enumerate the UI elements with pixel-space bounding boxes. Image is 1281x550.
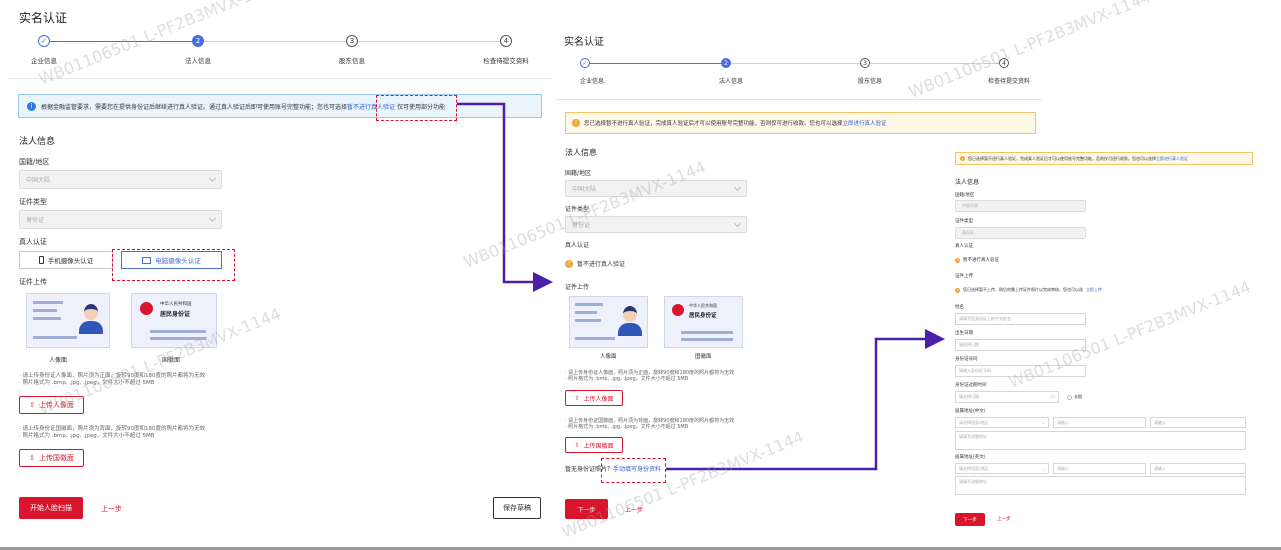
addr-cn-region-select[interactable]: 请选择国家/地区 ⌄: [955, 417, 1049, 428]
portrait-icon: [618, 306, 642, 336]
upload-label: 证件上传: [565, 284, 590, 291]
addr-cn-district-input[interactable]: 请输入: [1150, 417, 1246, 428]
card-front-label: 人像面: [600, 354, 617, 360]
verify-label: 真人认证: [565, 242, 590, 249]
addr-en-district-input[interactable]: 请输入: [1150, 463, 1246, 474]
verify-status: ! 暂不进行真人验证: [565, 259, 625, 268]
addr-en-label: 居属地址(英文): [955, 455, 986, 460]
addr-cn-city-input[interactable]: 请输入: [1053, 417, 1146, 428]
section-title: 法人信息: [565, 148, 597, 157]
expire-date-input[interactable]: 请选择日期 ▭: [955, 391, 1059, 403]
emblem-icon: [672, 304, 684, 316]
idtype-select[interactable]: 身份证: [955, 227, 1086, 239]
warning-icon: !: [955, 257, 960, 263]
divider: [556, 99, 1042, 100]
upload-icon: ⇧: [574, 394, 580, 402]
step-done-icon: ✓: [580, 58, 590, 68]
addr-en-city-input[interactable]: 请输入: [1053, 463, 1146, 474]
checkbox-icon: [1067, 394, 1072, 400]
step-label: 检查待提交资料: [987, 78, 1030, 85]
next-button[interactable]: 下一步: [955, 513, 985, 526]
country-label: 国籍/地区: [955, 193, 975, 198]
upload-now-link[interactable]: 立即上传: [1086, 287, 1102, 293]
warning-icon: !: [572, 119, 580, 127]
step-label: 企业信息: [579, 78, 604, 85]
chevron-down-icon: ⌄: [1041, 466, 1045, 471]
upload-back-button[interactable]: ⇧ 上传国徽面: [565, 437, 623, 453]
prev-button[interactable]: 上一步: [625, 505, 643, 514]
calendar-icon: ▭: [1050, 394, 1055, 400]
upload-icon: ⇧: [574, 441, 580, 449]
id-number-input[interactable]: 请输入身份证号码: [955, 365, 1086, 377]
prev-button[interactable]: 上一步: [997, 516, 1011, 522]
step-current: 2: [721, 58, 731, 68]
addr-en-detail-input[interactable]: 请填写详细地址: [955, 476, 1246, 495]
idno-label: 身份证号码: [955, 357, 978, 362]
chevron-down-icon: [733, 219, 742, 227]
step-line: [585, 63, 726, 64]
upload-status: ! 您已选择暂不上传，稍后的需上传证件照片以完成审核，您也可以选 立即上传: [955, 287, 1102, 293]
addr-cn-detail-input[interactable]: 请填写详细地址: [955, 431, 1246, 450]
card-back-label: 国徽面: [695, 354, 712, 360]
id-front-upload[interactable]: [569, 296, 648, 348]
verify-label: 真人认证: [955, 244, 973, 249]
country-select[interactable]: 中国大陆: [565, 180, 747, 197]
step-todo: 3: [860, 58, 870, 68]
idtype-label: 证件类型: [565, 206, 590, 213]
expire-label: 身份证过期时间: [955, 383, 987, 388]
warning-notice: ! 您已选择暂不进行真人验证，完成真人验证后才可以使用账号完整功能，否则仅可进行…: [955, 152, 1253, 165]
chevron-down-icon: [733, 183, 742, 191]
idtype-select[interactable]: 身份证: [565, 216, 747, 233]
birth-label: 出生日期: [955, 331, 973, 336]
id-back-upload[interactable]: 中华人民共和国 居民身份证: [664, 296, 743, 348]
manual-fill-link[interactable]: 手动填写身份资料: [613, 464, 661, 473]
warning-icon: !: [565, 259, 573, 268]
upload-front-button[interactable]: ⇧ 上传人像面: [565, 390, 623, 406]
back-hint: · 请上传身份证国徽面，照片须为背面，旋转90度和180度的照片都将为无效 · 照…: [565, 418, 735, 430]
chevron-down-icon: ⌄: [1041, 420, 1045, 425]
addr-cn-label: 居属地址(中文): [955, 409, 986, 414]
next-button[interactable]: 下一步: [565, 499, 608, 519]
section-title: 法人信息: [955, 179, 980, 186]
name-input[interactable]: 请填写您身份证上的中文姓名: [955, 313, 1086, 325]
verify-now-link[interactable]: 立即进行真人验证: [1156, 156, 1188, 162]
warning-icon: !: [960, 156, 965, 161]
verify-now-link[interactable]: 立即进行真人验证: [843, 119, 887, 127]
page-title: 实名认证: [564, 37, 604, 48]
country-label: 国籍/地区: [565, 170, 592, 177]
upload-label: 证件上传: [955, 274, 973, 279]
front-hint: · 请上传身份证人像面，照片须为正面，旋转90度和180度的照片都将为无效 · 照…: [565, 370, 735, 382]
addr-en-region-select[interactable]: 请选择国家/地区 ⌄: [955, 463, 1049, 474]
idtype-label: 证件类型: [955, 219, 973, 224]
warning-icon: !: [955, 287, 960, 293]
step-label: 股东信息: [857, 78, 882, 85]
step-todo: 4: [999, 58, 1009, 68]
no-id-row: 暂无身份证照片？ 手动填写身份资料: [565, 464, 662, 473]
birth-date-input[interactable]: 请选择日期: [955, 339, 1086, 351]
warning-notice: ! 您已选择暂不进行真人验证，完成真人验证后才可以使用账号完整功能，否则仅可进行…: [565, 112, 1036, 134]
verify-status: ! 暂不进行真人验证: [955, 257, 999, 263]
name-label: 姓名: [955, 305, 964, 310]
step-label: 法人信息: [718, 78, 743, 85]
country-select[interactable]: 中国大陆: [955, 200, 1086, 212]
longterm-checkbox[interactable]: 长期: [1067, 394, 1082, 400]
